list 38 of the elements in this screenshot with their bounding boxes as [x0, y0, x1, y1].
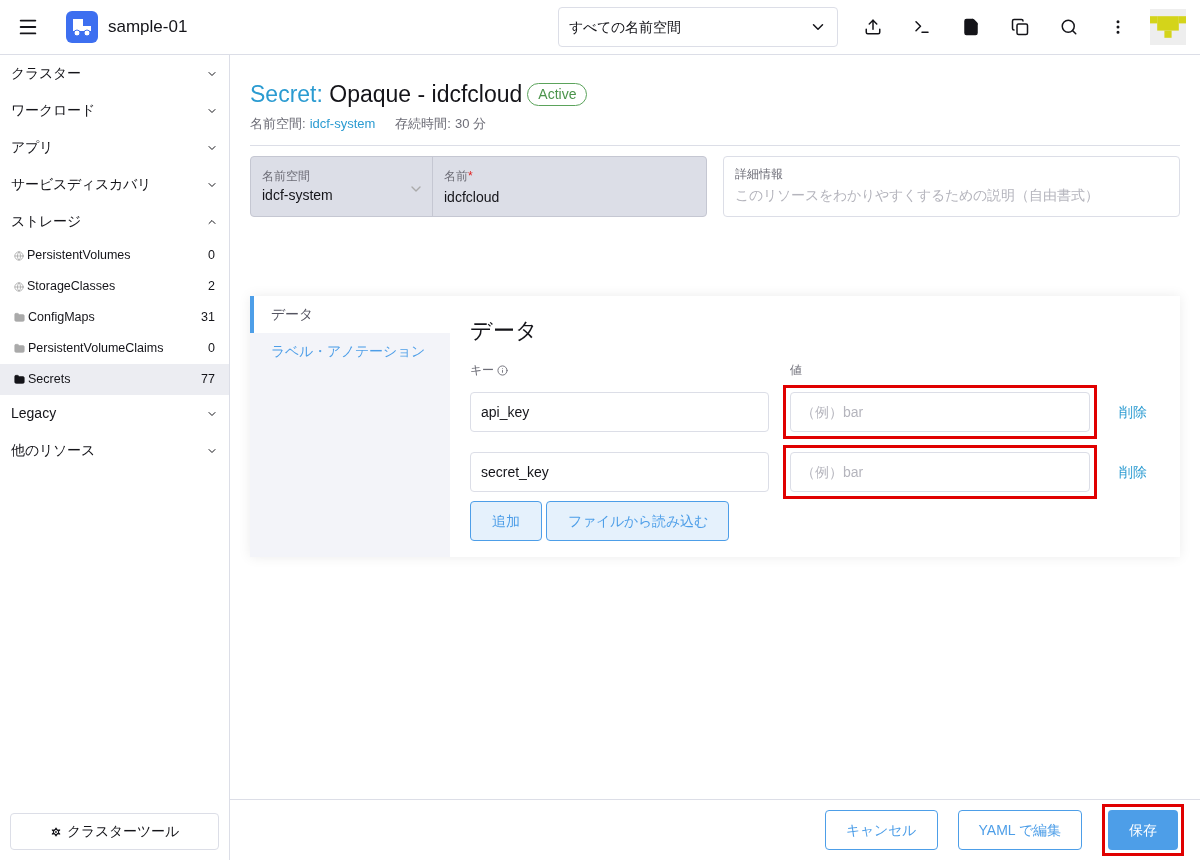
sidebar-group[interactable]: ストレージ: [0, 203, 229, 240]
description-field[interactable]: 詳細情報 このリソースをわかりやすくするための説明（自由書式）: [723, 156, 1180, 217]
gear-icon: [50, 825, 62, 838]
sidebar-group[interactable]: 他のリソース: [0, 432, 229, 469]
folder-icon: [14, 374, 25, 385]
sidebar-item[interactable]: ConfigMaps 31: [0, 302, 229, 333]
info-icon: [497, 364, 508, 376]
side-tab[interactable]: データ: [250, 296, 450, 333]
folder-icon: [14, 343, 25, 354]
page-title: Secret: Opaque - idcfcloud: [250, 80, 523, 109]
key-header: キー: [470, 362, 494, 379]
cluster-tools-button[interactable]: クラスターツール: [10, 813, 219, 850]
description-input[interactable]: このリソースをわかりやすくするための説明（自由書式）: [735, 185, 1168, 206]
value-field[interactable]: （例）bar: [790, 392, 1090, 432]
folder-icon: [14, 312, 25, 323]
value-field[interactable]: （例）bar: [790, 452, 1090, 492]
namespace-select[interactable]: すべての名前空間: [558, 7, 838, 47]
sidebar-group[interactable]: Legacy: [0, 395, 229, 432]
sidebar-item[interactable]: StorageClasses 2: [0, 271, 229, 302]
cluster-logo-icon: [66, 11, 98, 43]
cluster-name: sample-01: [108, 16, 188, 39]
sidebar-group[interactable]: クラスター: [0, 55, 229, 92]
field-label: 詳細情報: [735, 166, 783, 183]
sidebar-group[interactable]: サービスディスカバリ: [0, 166, 229, 203]
sidebar-item[interactable]: Secrets 77: [0, 364, 229, 395]
sidebar-item[interactable]: PersistentVolumes 0: [0, 240, 229, 271]
globe-icon: [14, 281, 24, 292]
key-field[interactable]: secret_key: [470, 452, 769, 492]
meta-label: 名前空間:: [250, 114, 306, 133]
value-header: 値: [790, 362, 802, 379]
sidebar-item[interactable]: PersistentVolumeClaims 0: [0, 333, 229, 364]
globe-icon: [14, 250, 24, 261]
key-field[interactable]: api_key: [470, 392, 769, 432]
section-title: データ: [470, 317, 539, 345]
meta-label: 存続時間:: [395, 114, 451, 133]
sidebar-group[interactable]: ワークロード: [0, 92, 229, 129]
meta-value: 30 分: [455, 114, 487, 133]
sidebar-group[interactable]: アプリ: [0, 129, 229, 166]
